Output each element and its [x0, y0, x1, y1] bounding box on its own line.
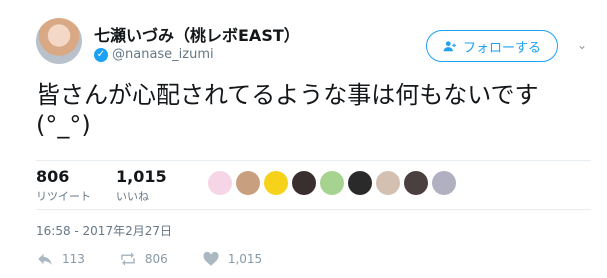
avatar[interactable] [36, 18, 82, 64]
follow-button-label: フォローする [462, 40, 541, 56]
retweet-button[interactable]: 806 [119, 250, 168, 268]
like-label: いいね [116, 190, 149, 203]
liker-avatar[interactable] [320, 171, 344, 195]
handle[interactable]: @nanase_izumi [112, 47, 214, 62]
heart-icon [203, 251, 219, 266]
liker-avatar[interactable] [264, 171, 288, 195]
retweet-label: リツイート [36, 190, 91, 203]
reply-button[interactable]: 113 [36, 250, 85, 268]
reply-icon [38, 253, 52, 265]
like-action-count: 1,015 [227, 252, 263, 266]
display-name[interactable]: 七瀬いづみ（桃レボEAST） [94, 22, 300, 46]
liker-avatar[interactable] [292, 171, 316, 195]
like-count: 1,015 [116, 167, 167, 186]
retweet-action-count: 806 [144, 252, 168, 266]
liker-avatar[interactable] [376, 171, 400, 195]
tweet-actions: 113 806 1,015 [36, 250, 296, 268]
like-stat[interactable]: 1,015 いいね [116, 167, 167, 204]
verified-icon: ✓ [94, 47, 108, 62]
reply-count: 113 [62, 252, 85, 266]
follow-button[interactable]: フォローする [426, 30, 558, 62]
retweet-stat[interactable]: 806 リツイート [36, 167, 91, 204]
timestamp[interactable]: 16:58 - 2017年2月27日 [36, 222, 172, 239]
liker-avatar[interactable] [236, 171, 260, 195]
liker-avatar[interactable] [432, 171, 456, 195]
add-user-icon [443, 41, 456, 52]
retweet-icon [121, 252, 135, 266]
like-button[interactable]: 1,015 [202, 250, 262, 268]
liker-avatar[interactable] [404, 171, 428, 195]
liker-avatars [208, 171, 456, 195]
liker-avatar[interactable] [208, 171, 232, 195]
chevron-down-icon[interactable]: ⌄ [574, 38, 590, 54]
tweet-stats: 806 リツイート 1,015 いいね [36, 160, 591, 210]
tweet-text: 皆さんが心配されてるような事は何もないです (°_°) [36, 81, 539, 139]
liker-avatar[interactable] [348, 171, 372, 195]
handle-row: ✓ @nanase_izumi [94, 47, 214, 62]
retweet-count: 806 [36, 167, 70, 186]
